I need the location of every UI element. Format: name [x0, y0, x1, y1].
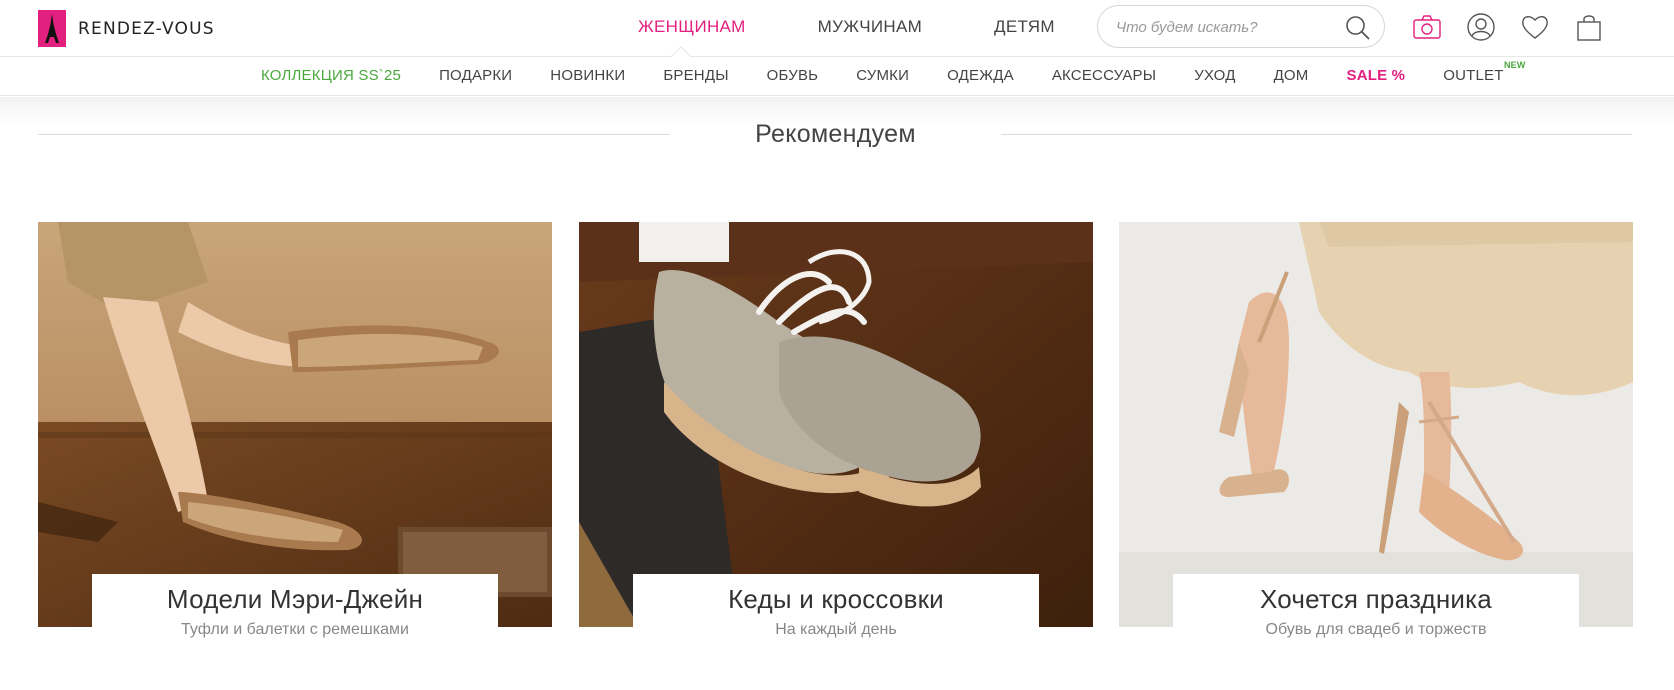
heels-image: [1119, 222, 1633, 627]
nav-men[interactable]: МУЖЧИНАМ: [818, 17, 922, 37]
nav-women[interactable]: ЖЕНЩИНАМ: [638, 17, 746, 37]
divider-left: [38, 134, 670, 135]
section-header: Рекомендуем: [38, 118, 1632, 158]
sneakers-image: [579, 222, 1093, 627]
card-title: Хочется праздника: [1260, 584, 1492, 614]
gender-nav: ЖЕНЩИНАМ МУЖЧИНАМ ДЕТЯМ: [638, 17, 1055, 37]
cat-sale[interactable]: SALE %: [1347, 67, 1406, 84]
eiffel-tower-logo-icon: [38, 10, 66, 47]
brand-name: RENDEZ-VOUS: [78, 18, 215, 39]
divider-right: [1001, 134, 1632, 135]
card-subtitle: Туфли и балетки с ремешками: [181, 621, 409, 638]
nav-kids[interactable]: ДЕТЯМ: [994, 17, 1055, 37]
heart-icon[interactable]: [1519, 11, 1551, 43]
section-title: Рекомендуем: [755, 120, 916, 148]
card-caption: Модели Мэри-Джейн Туфли и балетки с реме…: [92, 574, 498, 646]
cat-brands[interactable]: БРЕНДЫ: [663, 67, 728, 84]
cat-bags[interactable]: СУМКИ: [856, 67, 909, 84]
account-icon[interactable]: [1465, 11, 1497, 43]
cat-gifts[interactable]: ПОДАРКИ: [439, 67, 512, 84]
card-subtitle: На каждый день: [775, 621, 897, 638]
promo-card-mary-jane[interactable]: Модели Мэри-Джейн Туфли и балетки с реме…: [38, 222, 552, 652]
cat-outlet[interactable]: OUTLET NEW: [1443, 60, 1525, 84]
cat-care[interactable]: УХОД: [1194, 67, 1235, 84]
card-title: Кеды и кроссовки: [728, 584, 944, 614]
cat-accessories[interactable]: АКСЕССУАРЫ: [1052, 67, 1156, 84]
card-caption: Хочется праздника Обувь для свадеб и тор…: [1173, 574, 1579, 646]
bag-icon[interactable]: [1573, 11, 1605, 43]
cat-new[interactable]: НОВИНКИ: [550, 67, 625, 84]
search-input[interactable]: [1116, 16, 1336, 38]
mary-jane-shoes-image: [38, 222, 552, 627]
search-box: [1097, 5, 1385, 48]
promo-card-celebration[interactable]: Хочется праздника Обувь для свадеб и тор…: [1119, 222, 1633, 652]
card-subtitle: Обувь для свадеб и торжеств: [1265, 621, 1487, 638]
card-title: Модели Мэри-Джейн: [166, 584, 424, 614]
logo[interactable]: RENDEZ-VOUS: [38, 10, 215, 47]
cat-outlet-label: OUTLET: [1443, 67, 1504, 84]
cat-clothes[interactable]: ОДЕЖДА: [947, 67, 1014, 84]
search-icon[interactable]: [1344, 14, 1372, 42]
new-badge: NEW: [1503, 60, 1526, 70]
cat-shoes[interactable]: ОБУВЬ: [767, 67, 819, 84]
category-bar: КОЛЛЕКЦИЯ SS`25 ПОДАРКИ НОВИНКИ БРЕНДЫ О…: [0, 58, 1674, 96]
cat-collection[interactable]: КОЛЛЕКЦИЯ SS`25: [261, 67, 401, 84]
cat-home[interactable]: ДОМ: [1274, 67, 1309, 84]
site-header: RENDEZ-VOUS ЖЕНЩИНАМ МУЖЧИНАМ ДЕТЯМ: [0, 0, 1674, 57]
promo-card-sneakers[interactable]: Кеды и кроссовки На каждый день: [579, 222, 1093, 652]
camera-icon[interactable]: [1411, 11, 1443, 43]
card-caption: Кеды и кроссовки На каждый день: [633, 574, 1039, 646]
